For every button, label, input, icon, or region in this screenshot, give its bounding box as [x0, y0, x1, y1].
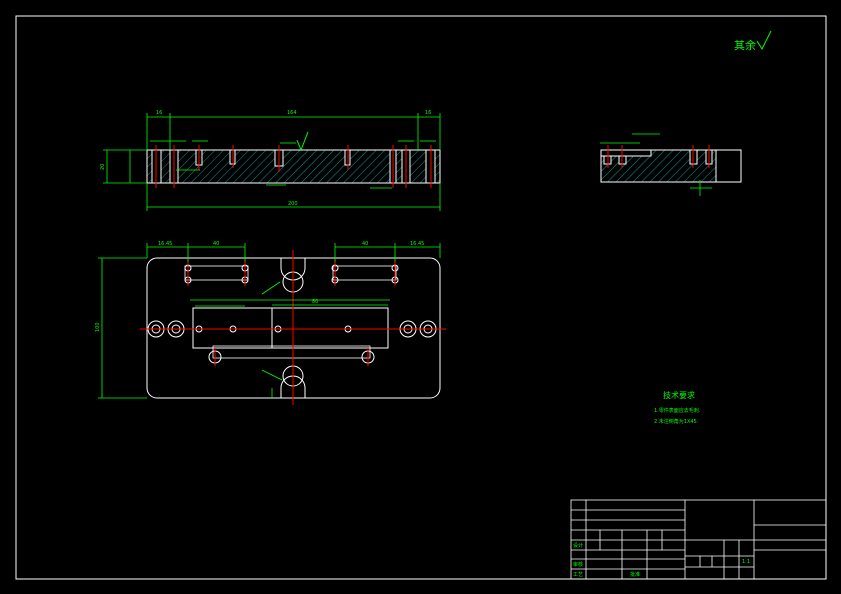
title-block-checker: 审核	[573, 561, 583, 568]
title-block	[570, 499, 827, 580]
plan-dim-left-pitch: 40	[213, 241, 219, 247]
cad-drawing-canvas: 其余 16 164 16 200 20 16.45 40 40 16.45 80…	[15, 15, 827, 580]
front-dim-height: 20	[100, 164, 106, 170]
front-section-view: 16 164 16 200 20	[100, 110, 441, 211]
plan-dim-right-pitch: 40	[362, 241, 368, 247]
title-block-approve: 批准	[630, 571, 640, 578]
plan-dim-inner-length: 80	[312, 299, 318, 305]
plan-view: 16.45 40 40 16.45 80 100	[95, 241, 446, 405]
plan-dim-left-offset: 16.45	[158, 241, 172, 247]
surface-roughness-note: 其余	[734, 38, 756, 52]
drawing-border	[15, 15, 827, 580]
plan-dim-right-offset: 16.45	[410, 241, 424, 247]
front-dim-middle: 164	[287, 110, 297, 116]
title-block-process: 工艺	[573, 572, 583, 578]
front-dim-left-end: 16	[156, 110, 162, 116]
tech-note-2: 2.未注倒角为1X45.	[654, 418, 699, 425]
plan-dim-height: 100	[95, 322, 101, 332]
technical-requirements: 技术要求 1.零件表面应去毛刺. 2.未注倒角为1X45.	[654, 390, 701, 425]
front-dim-right-end: 16	[425, 110, 431, 116]
tech-requirements-title: 技术要求	[663, 390, 695, 400]
title-block-scale: 1:1	[742, 559, 750, 565]
side-section-view	[600, 133, 742, 196]
tech-note-1: 1.零件表面应去毛刺.	[654, 407, 701, 414]
roughness-symbol	[756, 30, 772, 51]
title-block-designer: 设计	[573, 542, 583, 549]
front-dim-total-length: 200	[288, 201, 298, 207]
